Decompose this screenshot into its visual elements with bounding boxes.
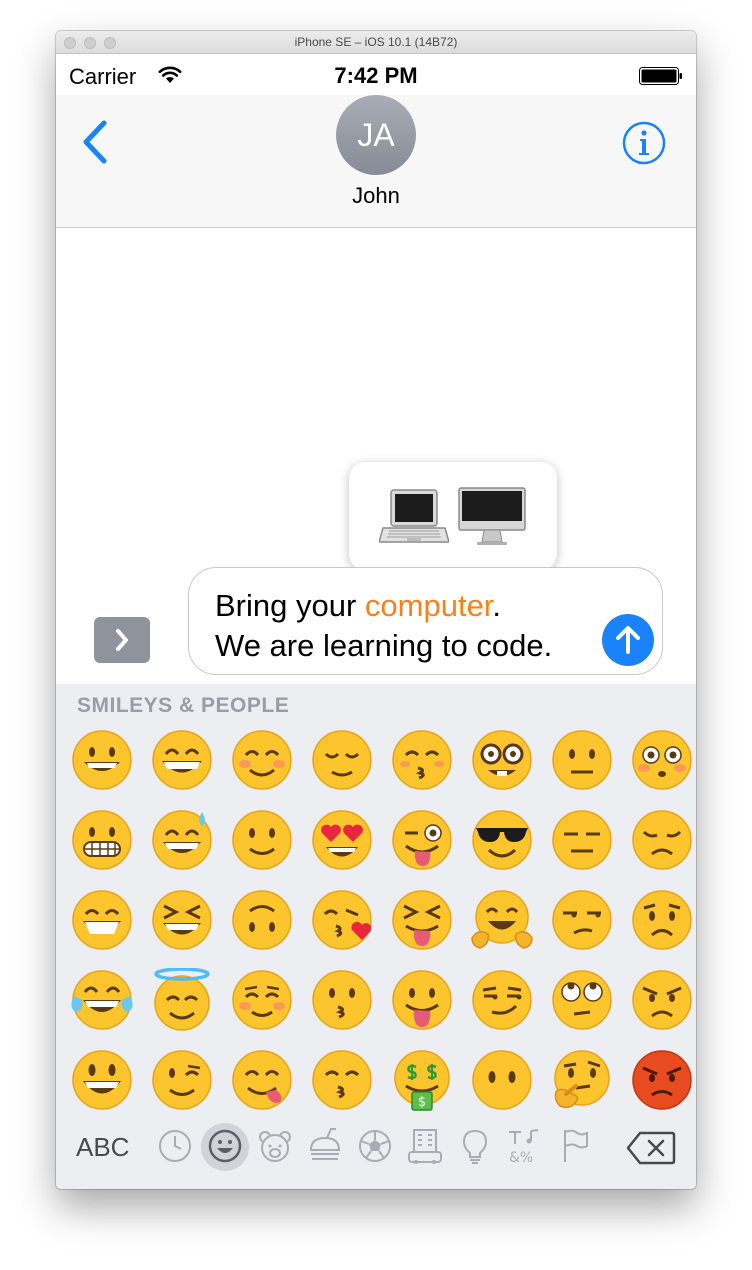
- emoji-replacement-popup: [349, 462, 557, 570]
- wink-emoji-icon[interactable]: [150, 1048, 214, 1112]
- message-input-text[interactable]: Bring your computer. We are learning to …: [215, 586, 552, 666]
- emoji-replaceable-word[interactable]: computer: [365, 588, 493, 623]
- squint-tongue-emoji-icon[interactable]: [390, 888, 454, 952]
- window-titlebar: iPhone SE – iOS 10.1 (14B72): [56, 31, 696, 54]
- symbols-icon[interactable]: &%: [505, 1126, 545, 1166]
- expand-apps-button[interactable]: [94, 617, 150, 663]
- upside-down-emoji-icon[interactable]: [230, 888, 294, 952]
- slight-smile-emoji-icon[interactable]: [230, 808, 294, 872]
- eye-roll-emoji-icon[interactable]: [550, 968, 614, 1032]
- contact-avatar[interactable]: JA: [336, 95, 416, 175]
- emoji-section-title: SMILEYS & PEOPLE: [77, 694, 290, 717]
- flags-icon[interactable]: [555, 1126, 595, 1166]
- contact-name[interactable]: John: [56, 183, 696, 209]
- message-text-line2: We are learning to code.: [215, 628, 553, 663]
- expressionless-emoji-icon[interactable]: [550, 808, 614, 872]
- rage-emoji-icon[interactable]: [630, 1048, 694, 1112]
- message-text-segment: .: [492, 588, 502, 623]
- emoji-category-bar: ABC &%: [56, 1120, 696, 1180]
- battery-icon: [639, 67, 682, 85]
- innocent-emoji-icon[interactable]: [150, 968, 214, 1032]
- window-title: iPhone SE – iOS 10.1 (14B72): [294, 35, 458, 49]
- blush-emoji-icon[interactable]: [230, 728, 294, 792]
- neutral-emoji-icon[interactable]: [550, 728, 614, 792]
- tongue-emoji-icon[interactable]: [390, 968, 454, 1032]
- angry-emoji-icon[interactable]: [630, 968, 694, 1032]
- worried-emoji-icon[interactable]: [630, 888, 694, 952]
- money-mouth-emoji-icon[interactable]: $: [390, 1048, 454, 1112]
- thinking-emoji-icon[interactable]: [550, 1048, 614, 1112]
- status-time: 7:42 PM: [334, 63, 418, 88]
- kissing-heart-emoji-icon[interactable]: [310, 888, 374, 952]
- back-chevron-icon[interactable]: [78, 119, 112, 165]
- grinning-emoji-icon[interactable]: [70, 728, 134, 792]
- chevron-right-icon: [116, 629, 128, 651]
- relieved-emoji-icon[interactable]: [310, 728, 374, 792]
- grimacing-emoji-icon[interactable]: [70, 808, 134, 872]
- yum-emoji-icon[interactable]: [230, 1048, 294, 1112]
- laptop-emoji-icon[interactable]: [379, 484, 449, 550]
- message-text-segment: Bring your: [215, 588, 365, 623]
- heart-eyes-emoji-icon[interactable]: [310, 808, 374, 872]
- flushed-emoji-icon[interactable]: [630, 728, 694, 792]
- delete-backspace-icon[interactable]: [626, 1130, 676, 1166]
- desktop-computer-emoji-icon[interactable]: [457, 484, 527, 550]
- joy-emoji-icon[interactable]: [70, 968, 134, 1032]
- laughing-emoji-icon[interactable]: [150, 888, 214, 952]
- sweat-smile-emoji-icon[interactable]: [150, 808, 214, 872]
- grin-emoji-icon[interactable]: [70, 888, 134, 952]
- simulator-window: iPhone SE – iOS 10.1 (14B72) Carrier 7:4…: [56, 31, 696, 1189]
- objects-lightbulb-icon[interactable]: [455, 1126, 495, 1166]
- arrow-up-icon: [616, 626, 640, 654]
- smiley-category-icon[interactable]: [205, 1126, 245, 1166]
- smiley-emoji-icon[interactable]: [70, 1048, 134, 1112]
- message-input-field[interactable]: Bring your computer. We are learning to …: [188, 567, 663, 675]
- grin-squint-eyes-emoji-icon[interactable]: [150, 728, 214, 792]
- hugging-emoji-icon[interactable]: [470, 888, 534, 952]
- animals-bear-icon[interactable]: [255, 1126, 295, 1166]
- disappointed-emoji-icon[interactable]: [630, 808, 694, 872]
- sunglasses-emoji-icon[interactable]: [470, 808, 534, 872]
- status-bar: Carrier 7:42 PM: [56, 53, 696, 95]
- activity-soccer-ball-icon[interactable]: [355, 1126, 395, 1166]
- smirk-emoji-icon[interactable]: [470, 968, 534, 1032]
- nerd-emoji-icon[interactable]: [470, 728, 534, 792]
- info-icon[interactable]: [622, 121, 666, 165]
- no-mouth-emoji-icon[interactable]: [470, 1048, 534, 1112]
- travel-building-icon[interactable]: [405, 1126, 445, 1166]
- unamused-emoji-icon[interactable]: [550, 888, 614, 952]
- relaxed-emoji-icon[interactable]: [230, 968, 294, 1032]
- conversation-header: JA John: [56, 95, 696, 228]
- kissing-smiling-eyes-emoji-icon[interactable]: [310, 1048, 374, 1112]
- send-button[interactable]: [602, 614, 654, 666]
- emoji-keyboard: SMILEYS & PEOPLE $ ABC &%: [56, 684, 696, 1189]
- food-burger-icon[interactable]: [305, 1126, 345, 1166]
- kissing-emoji-icon[interactable]: [310, 968, 374, 1032]
- abc-keyboard-button[interactable]: ABC: [76, 1132, 129, 1163]
- svg-text:&%: &%: [509, 1150, 533, 1166]
- kissing-closed-eyes-emoji-icon[interactable]: [390, 728, 454, 792]
- svg-text:$: $: [418, 1095, 426, 1110]
- wink-tongue-emoji-icon[interactable]: [390, 808, 454, 872]
- recent-clock-icon[interactable]: [155, 1126, 195, 1166]
